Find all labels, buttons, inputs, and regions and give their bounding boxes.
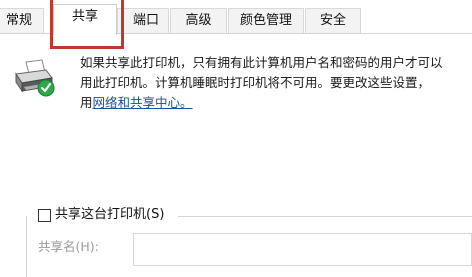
info-line-2: 用此打印机。计算机睡眠时打印机将不可用。要更改这些设置， [80, 75, 431, 90]
tab-label: 安全 [319, 13, 346, 28]
tab-advanced[interactable]: 高级 [170, 8, 227, 33]
network-sharing-center-link[interactable]: 网络和共享中心。 [93, 95, 193, 110]
printer-properties-window: 常规 共享 端口 高级 颜色管理 安全 如果共享此打印机，只有拥有此计算机用户名… [0, 0, 472, 277]
tab-label: 共享 [71, 9, 98, 24]
share-name-input[interactable] [133, 233, 472, 266]
tab-ports[interactable]: 端口 [117, 8, 169, 33]
tab-label: 端口 [132, 13, 159, 28]
printer-shared-icon [15, 59, 55, 97]
info-line-3: 用网络和共享中心。 [80, 93, 470, 113]
tab-security[interactable]: 安全 [305, 8, 361, 33]
tab-strip: 常规 共享 端口 高级 颜色管理 安全 [0, 0, 472, 49]
tab-label: 常规 [5, 13, 32, 28]
share-name-label: 共享名(H): [38, 239, 99, 254]
group-divider [178, 216, 472, 217]
tab-label: 颜色管理 [239, 13, 292, 28]
info-line-1: 如果共享此打印机，只有拥有此计算机用户名和密码的用户才可以 [80, 55, 443, 70]
tab-general[interactable]: 常规 [0, 8, 44, 33]
tab-sharing[interactable]: 共享 [53, 4, 117, 35]
info-line-3-prefix: 用 [80, 95, 93, 110]
tab-label: 高级 [185, 13, 212, 28]
share-printer-checkbox[interactable] [38, 209, 51, 222]
share-printer-label[interactable]: 共享这台打印机(S) [55, 206, 164, 224]
group-left-border [26, 216, 27, 277]
sharing-info-text: 如果共享此打印机，只有拥有此计算机用户名和密码的用户才可以 用此打印机。计算机睡… [80, 53, 470, 113]
tab-color-management[interactable]: 颜色管理 [228, 8, 304, 33]
